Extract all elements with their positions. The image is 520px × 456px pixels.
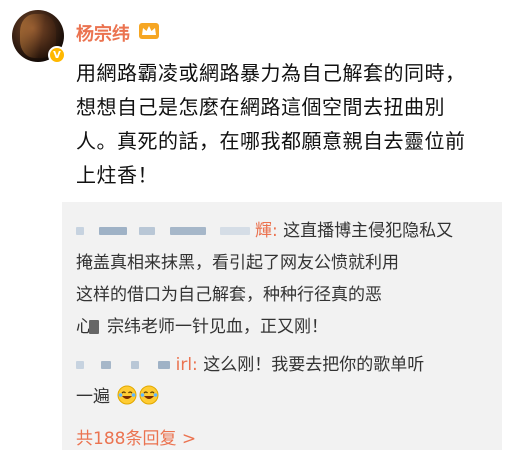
more-replies-link[interactable]: 共188条回复 > xyxy=(76,424,196,449)
post-text: 用網路霸凌或網路暴力為自己解套的同時， 想想自己是怎麼在網路這個空間去扭曲別 人… xyxy=(76,56,506,192)
verified-badge-icon: V xyxy=(48,46,66,64)
username[interactable]: 杨宗纬 xyxy=(76,20,160,46)
username-label: 杨宗纬 xyxy=(76,24,130,45)
comment-1-line-3: 这样的借口为自己解套，种种行径真的恶 xyxy=(76,285,382,305)
comments-box: 輝: 这直播博主侵犯隐私又 掩盖真相来抹黑，看引起了网友公愤就利用 这样的借口为… xyxy=(62,202,502,450)
comment-2-line-2: 一遍 xyxy=(76,382,159,410)
comment-2-text: 这么刚！我要去把你的歌单听 xyxy=(197,355,425,375)
comment-2-line-1: irl: 这么刚！我要去把你的歌单听 xyxy=(76,350,424,375)
comment-1-line-4: 心宗纬老师一针见血，正又刚！ xyxy=(76,312,328,337)
comment-2-line-2-text: 一遍 xyxy=(76,387,110,407)
post-line: 用網路霸凌或網路暴力為自己解套的同時， xyxy=(76,61,466,85)
blurred-username[interactable]: 輝: xyxy=(76,216,278,241)
blurred-username[interactable]: irl: xyxy=(76,355,198,375)
comment-1-text: 这直播博主侵犯隐私又 xyxy=(277,221,454,241)
comment-1-line-2: 掩盖真相来抹黑，看引起了网友公愤就利用 xyxy=(76,253,399,273)
comment-1-line-4-text: 宗纬老师一针见血，正又刚！ xyxy=(107,317,328,337)
crown-icon xyxy=(138,22,160,45)
comment-2-username[interactable]: irl: xyxy=(176,355,198,375)
post-line: 人。真死的話，在哪我都願意親自去靈位前 xyxy=(76,129,466,153)
post-line: 想想自己是怎麼在網路這個空間去扭曲別 xyxy=(76,95,445,119)
laughing-tears-emoji-icon xyxy=(117,385,137,410)
laughing-tears-emoji-icon xyxy=(139,385,159,410)
post-line: 上炷香！ xyxy=(76,163,158,187)
comment-1-username[interactable]: 輝: xyxy=(255,221,278,241)
comment-1-line-1: 輝: 这直播博主侵犯隐私又 xyxy=(76,216,453,241)
